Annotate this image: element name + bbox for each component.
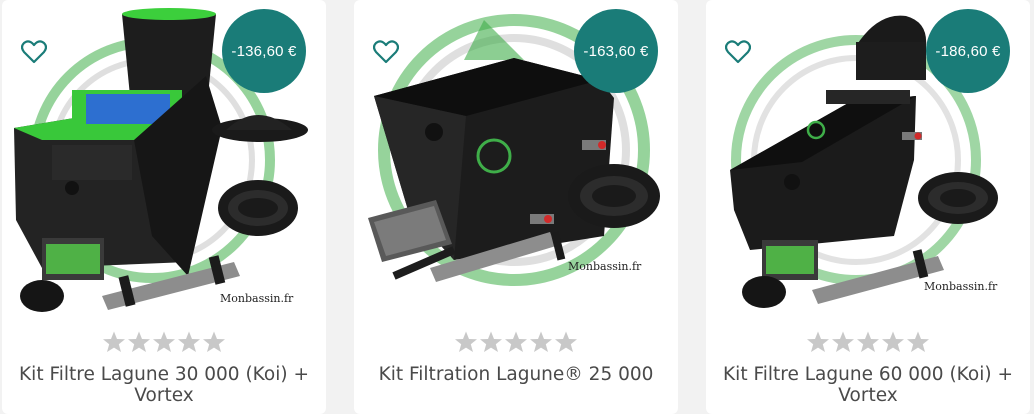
star-icon (857, 331, 879, 352)
star-icon (203, 331, 225, 352)
product-grid: Monbassin.fr -136,60 € Kit Filtre Lagune… (0, 0, 1034, 414)
product-title[interactable]: Kit Filtre Lagune 30 000 (Koi) + Vortex (16, 364, 312, 406)
star-icon (530, 331, 552, 352)
star-icon (807, 331, 829, 352)
star-icon (128, 331, 150, 352)
discount-badge: -136,60 € (222, 9, 306, 93)
star-icon (882, 331, 904, 352)
product-card[interactable]: Monbassin.fr -136,60 € Kit Filtre Lagune… (2, 0, 326, 414)
wishlist-heart-icon[interactable] (18, 36, 50, 68)
rating-stars (706, 330, 1030, 354)
star-icon (455, 331, 477, 352)
star-icon (103, 331, 125, 352)
star-icon (832, 331, 854, 352)
star-icon (178, 331, 200, 352)
star-icon (505, 331, 527, 352)
brand-watermark: Monbassin.fr (924, 280, 998, 293)
brand-watermark: Monbassin.fr (568, 260, 642, 273)
star-icon (555, 331, 577, 352)
discount-badge: -186,60 € (926, 9, 1010, 93)
star-icon (480, 331, 502, 352)
product-title[interactable]: Kit Filtre Lagune 60 000 (Koi) + Vortex (720, 364, 1016, 406)
product-card[interactable]: Monbassin.fr -163,60 € Kit Filtration La… (354, 0, 678, 414)
product-title[interactable]: Kit Filtration Lagune® 25 000 (368, 364, 664, 385)
brand-watermark: Monbassin.fr (220, 292, 294, 305)
wishlist-heart-icon[interactable] (370, 36, 402, 68)
rating-stars (2, 330, 326, 354)
discount-badge: -163,60 € (574, 9, 658, 93)
product-card[interactable]: Monbassin.fr -186,60 € Kit Filtre Lagune… (706, 0, 1030, 414)
rating-stars (354, 330, 678, 354)
star-icon (153, 331, 175, 352)
star-icon (907, 331, 929, 352)
wishlist-heart-icon[interactable] (722, 36, 754, 68)
